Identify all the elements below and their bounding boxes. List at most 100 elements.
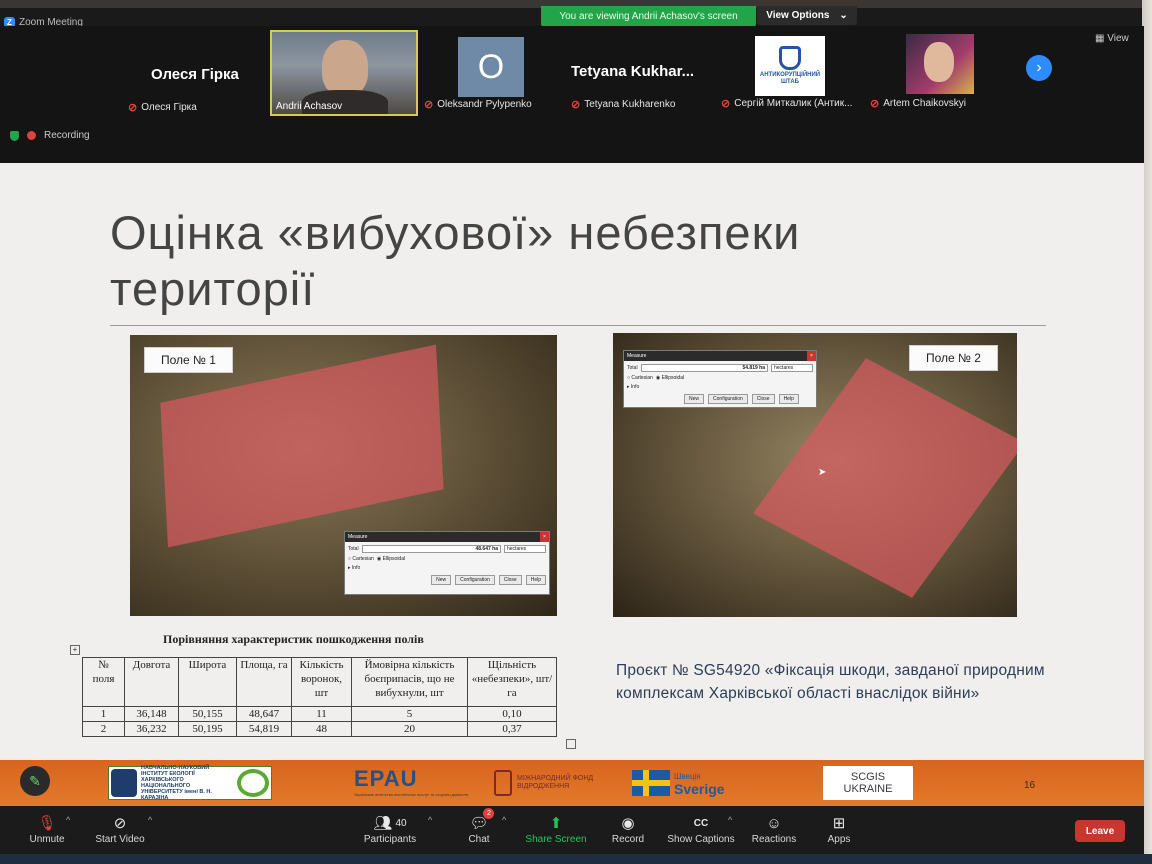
shield-icon	[10, 130, 19, 141]
annotate-pen-button[interactable]: ✎	[20, 766, 50, 796]
table-row: 1 36,148 50,155 48,647 11 5 0,10	[82, 706, 557, 722]
table-header: Площа, га	[236, 657, 292, 707]
table-cell: 50,155	[178, 706, 237, 722]
participant-tile[interactable]: ⊘ Oleksandr Pylypenko	[424, 98, 532, 111]
radio-ellipsoidal: ◉ Ellipsoidal	[376, 556, 406, 562]
reactions-icon: ☺	[766, 814, 782, 832]
mic-muted-icon: ⊘	[721, 98, 731, 110]
mic-muted-icon: 🎙︎	[37, 815, 57, 832]
participant-tile[interactable]: ⊘ Олеся Гірка	[128, 101, 197, 114]
radio-cartesian: ○ Cartesian	[627, 375, 653, 381]
total-label: Total	[627, 365, 638, 371]
epau-name: EPAU	[354, 766, 418, 791]
view-button[interactable]: ▦ View	[1095, 33, 1129, 44]
measure-dialog: Measure × Total 48.647 ha hectares ○ Cart…	[344, 531, 550, 595]
viewing-screen-banner: You are viewing Andrii Achasov's screen	[541, 6, 756, 27]
apps-icon: ⊞	[832, 815, 846, 832]
table-cell: 36,232	[124, 721, 179, 737]
total-label: Total	[348, 546, 359, 552]
configuration-button: Configuration	[708, 394, 748, 404]
slide-title-line: території	[110, 262, 316, 315]
participant-label: Сергій Миткалик (Антик...	[734, 98, 853, 109]
participants-icon: 👥︎ 40	[373, 815, 407, 832]
field-1-label: Поле № 1	[144, 347, 233, 373]
unit-select: hectares	[504, 545, 546, 553]
participant-video-face	[322, 40, 368, 96]
sweden-label: Sverige	[674, 781, 725, 797]
ecology-e-logo-icon	[237, 769, 269, 797]
apps-button[interactable]: ⊞ Apps	[794, 812, 884, 845]
participant-tile[interactable]: ⊘ Artem Chaikovskyi	[870, 97, 966, 110]
chevron-down-icon: ⌄	[839, 10, 848, 21]
view-options-label: View Options	[766, 10, 830, 21]
table-move-handle: +	[70, 645, 80, 655]
scgis-label: SCGIS	[850, 771, 886, 783]
field-1-polygon	[160, 344, 444, 548]
radio-ellipsoidal: ◉ Ellipsoidal	[655, 375, 685, 381]
table-cell: 54,819	[236, 721, 292, 737]
measure-title: Measure	[348, 534, 368, 540]
participant-label: Tetyana Kukharenko	[584, 99, 676, 110]
participant-photo-avatar[interactable]	[906, 34, 974, 94]
participants-options-caret[interactable]: ^	[428, 815, 432, 825]
apps-label: Apps	[827, 834, 851, 845]
table-cell: 0,37	[467, 721, 557, 737]
table-header: Широта	[178, 657, 237, 707]
video-off-icon: ⊘	[113, 815, 127, 832]
epau-subtitle: Українське агентство екологічних послуг …	[354, 792, 468, 797]
record-icon: ◉	[621, 815, 635, 832]
recording-label: Recording	[44, 130, 90, 141]
logo-caption: АНТИКОРУПЦІЙНИЙ ШТАБ	[759, 72, 821, 85]
scgis-logo: SCGIS UKRAINE	[823, 766, 913, 800]
video-options-caret[interactable]: ^	[148, 815, 152, 825]
participant-tile[interactable]: ⊘ Tetyana Kukharenko	[571, 98, 675, 111]
unmute-label: Unmute	[29, 834, 65, 845]
view-options-button[interactable]: View Options ⌄	[757, 6, 857, 25]
table-resize-handle	[566, 739, 576, 749]
share-screen-label: Share Screen	[525, 834, 587, 845]
captions-icon: CC	[693, 817, 709, 829]
satellite-image-field-2: Measure × Total 54.819 ha hectares ○ Cart…	[613, 333, 1017, 617]
table-cell: 36,148	[124, 706, 179, 722]
participant-name-large: Олеся Гірка	[151, 66, 239, 83]
audio-options-caret[interactable]: ^	[66, 815, 70, 825]
view-label: View	[1107, 33, 1129, 44]
reactions-label: Reactions	[751, 834, 797, 845]
table-cell: 11	[291, 706, 352, 722]
next-page-button[interactable]: ›	[1026, 55, 1052, 81]
anticorruption-logo-icon	[779, 46, 801, 70]
table-header: Довгота	[124, 657, 179, 707]
help-button: Help	[778, 394, 799, 404]
close-button: Close	[498, 575, 522, 585]
chat-options-caret[interactable]: ^	[502, 815, 506, 825]
table-cell: 5	[351, 706, 468, 722]
participant-logo-avatar[interactable]: АНТИКОРУПЦІЙНИЙ ШТАБ	[755, 36, 825, 96]
participant-avatar[interactable]: O	[458, 37, 524, 97]
help-button: Help	[525, 575, 546, 585]
participant-video-tile[interactable]: Andrii Achasov	[270, 30, 418, 116]
total-value: 48.647 ha	[361, 545, 501, 553]
table-caption: Порівняння характеристик пошкодження пол…	[163, 632, 424, 646]
close-icon: ×	[807, 351, 816, 361]
slide-title-line: Оцінка «вибухової» небезпеки	[110, 206, 801, 259]
record-dot-icon	[27, 131, 36, 140]
epau-logo: EPAU Українське агентство екологічних по…	[354, 766, 468, 800]
close-icon: ×	[540, 532, 549, 542]
captions-label: Show Captions	[667, 834, 735, 845]
chevron-right-icon: ›	[1036, 59, 1042, 76]
irf-logo: МІЖНАРОДНИЙ ФОНД ВІДРОДЖЕННЯ	[494, 766, 607, 800]
recording-indicator[interactable]: Recording	[10, 130, 90, 141]
table-cell: 1	[82, 706, 125, 722]
field-comparison-table: № поля Довгота Широта Площа, га Кількіст…	[82, 657, 557, 737]
scgis-country: UKRAINE	[843, 783, 893, 795]
leave-button[interactable]: Leave	[1075, 820, 1125, 842]
sweden-logo: Швеція Sverige	[632, 766, 725, 800]
slide-number: 16	[1024, 780, 1036, 791]
irf-name: МІЖНАРОДНИЙ ФОНД ВІДРОДЖЕННЯ	[517, 775, 594, 790]
info-toggle: ▸ Info	[348, 565, 361, 571]
table-header: Ймовірна кількість боєприпасів, що не ви…	[351, 657, 468, 707]
participants-button[interactable]: 👥︎ 40 Participants	[345, 812, 435, 845]
participant-label: Andrii Achasov	[276, 101, 343, 112]
participant-tile[interactable]: ⊘ Сергій Миткалик (Антик...	[721, 97, 852, 110]
mic-muted-icon: ⊘	[128, 102, 138, 114]
